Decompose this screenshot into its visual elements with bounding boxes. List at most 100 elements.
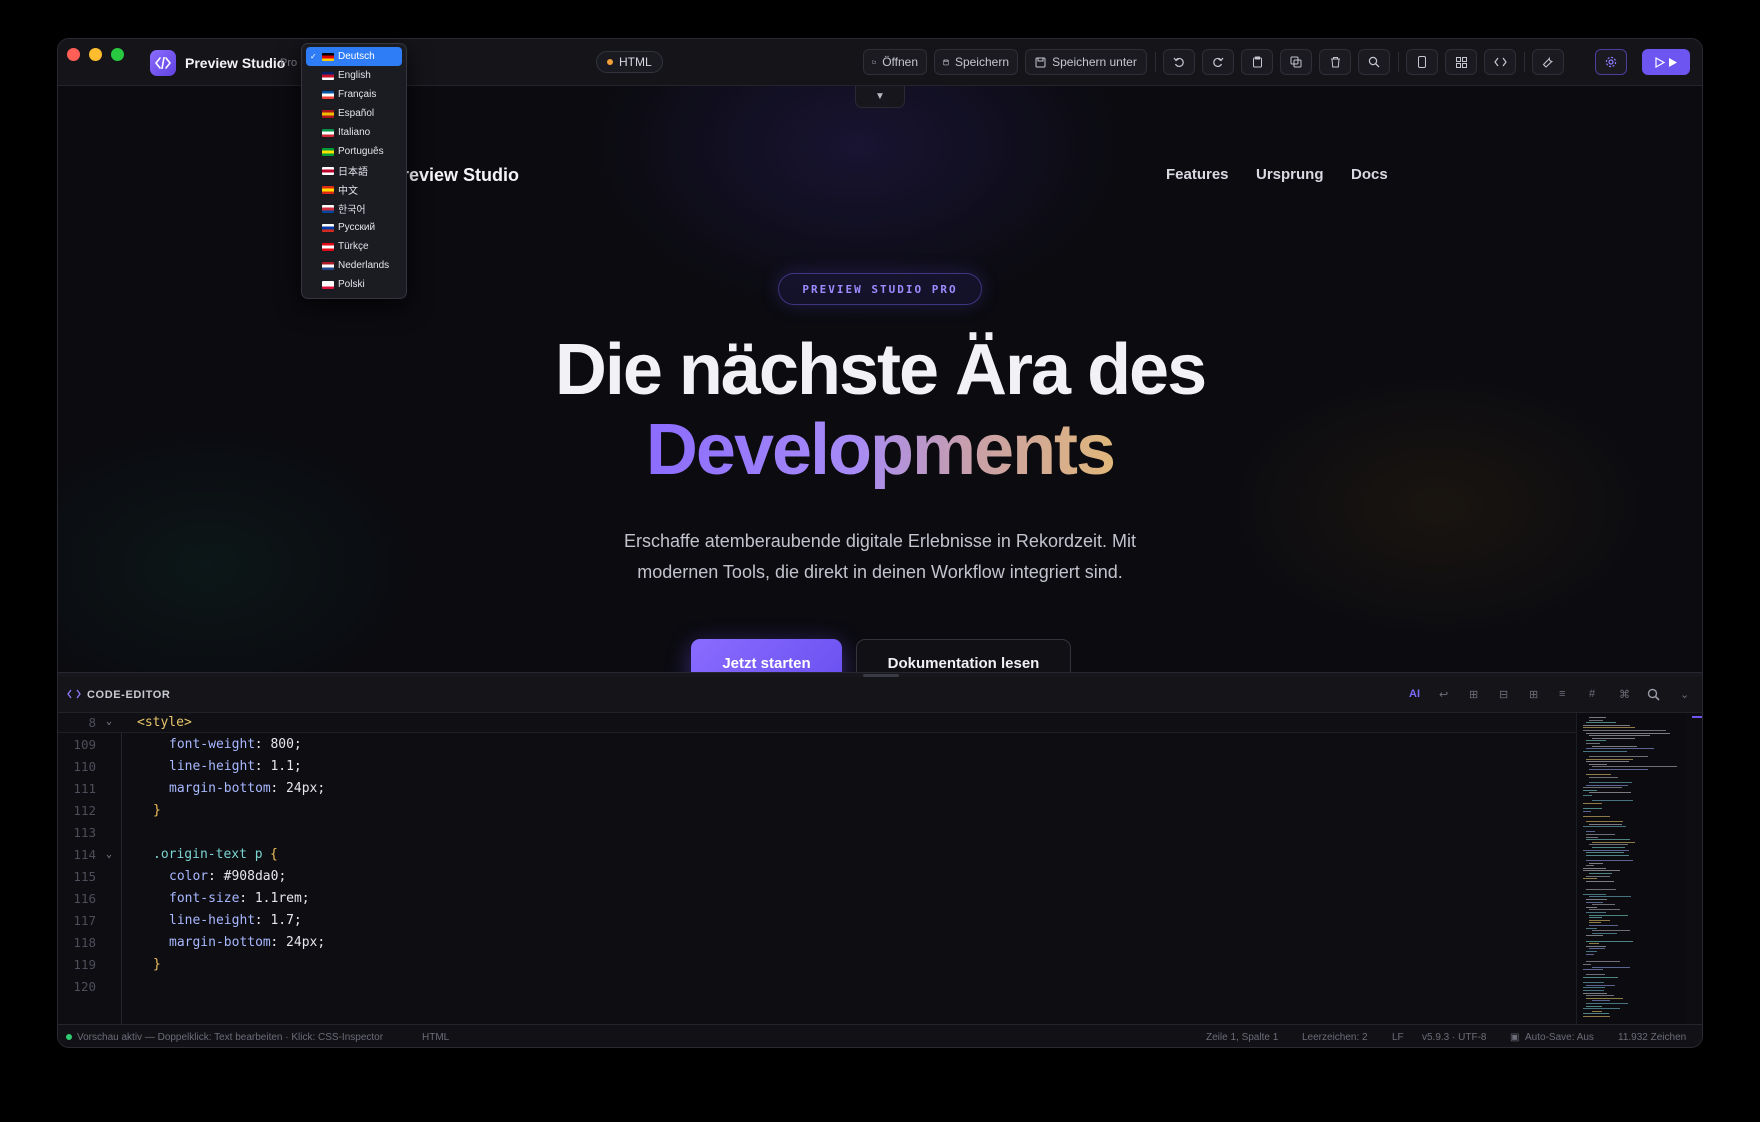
code-token: margin-bottom: [169, 781, 271, 796]
language-option[interactable]: Русский: [306, 218, 402, 237]
flag-icon: [322, 52, 334, 61]
delete-button[interactable]: [1319, 49, 1351, 75]
code-icon: [1493, 57, 1507, 67]
editor-scroll-thumb[interactable]: [1692, 716, 1702, 718]
language-option[interactable]: Français: [306, 85, 402, 104]
code-token: : #908da0;: [208, 869, 287, 884]
minimap-line: [1583, 969, 1603, 971]
code-view-button[interactable]: [1484, 49, 1516, 75]
undo-button[interactable]: [1163, 49, 1195, 75]
language-option[interactable]: Nederlands: [306, 256, 402, 275]
line-number: 116: [73, 891, 96, 906]
save-as-button[interactable]: Speichern unter: [1025, 49, 1147, 75]
chevron-down-icon[interactable]: ⌄: [106, 713, 112, 731]
minimap-line: [1583, 870, 1620, 872]
command-icon[interactable]: ⌘: [1619, 688, 1630, 701]
code-line[interactable]: 113: [58, 822, 1576, 844]
minimap-line: [1589, 919, 1610, 921]
language-mode-pill[interactable]: HTML: [596, 51, 663, 73]
minimap-line: [1586, 852, 1624, 854]
language-option-label: Русский: [338, 222, 376, 233]
minimap-line: [1583, 826, 1626, 828]
status-mode[interactable]: HTML: [422, 1032, 449, 1043]
search-button[interactable]: [1358, 49, 1390, 75]
language-option[interactable]: Polski: [306, 275, 402, 294]
split-icon[interactable]: ⊞: [1529, 688, 1538, 701]
status-autosave[interactable]: Auto-Save: Aus: [1525, 1032, 1594, 1043]
language-option[interactable]: Türkçe: [306, 237, 402, 256]
chevron-down-icon[interactable]: ⌄: [106, 844, 112, 866]
status-cursor[interactable]: Zeile 1, Spalte 1: [1206, 1032, 1278, 1043]
language-option[interactable]: ✓ Deutsch: [306, 47, 402, 66]
tools-button[interactable]: [1532, 49, 1564, 75]
wrap-icon[interactable]: ↩: [1439, 688, 1448, 701]
language-option[interactable]: English: [306, 66, 402, 85]
code-token: : 24px;: [270, 935, 326, 950]
format-icon[interactable]: ≡: [1559, 688, 1565, 700]
hash-icon[interactable]: #: [1589, 688, 1595, 700]
code-line[interactable]: 119}: [58, 954, 1576, 976]
preview-active-dot-icon: [66, 1034, 72, 1040]
minimap-line: [1583, 982, 1604, 984]
wrench-icon: [1542, 57, 1554, 68]
language-option[interactable]: 한국어: [306, 199, 402, 218]
maximize-window-button[interactable]: [111, 48, 124, 61]
paste-button[interactable]: [1241, 49, 1273, 75]
language-option-label: Polski: [338, 279, 365, 290]
code-line[interactable]: 114 ⌄ .origin-text p {: [58, 844, 1576, 866]
code-line[interactable]: 120: [58, 976, 1576, 998]
save-button[interactable]: Speichern: [934, 49, 1018, 75]
code-line[interactable]: 115 color: #908da0;: [58, 866, 1576, 888]
save-as-icon: [1035, 57, 1046, 67]
checkmark-icon: ✓: [310, 52, 317, 61]
flag-icon: [322, 261, 334, 270]
sticky-scroll-line[interactable]: 8 ⌄ <style>: [58, 713, 1576, 733]
site-nav-ursprung[interactable]: Ursprung: [1256, 166, 1324, 183]
language-option[interactable]: 中文: [306, 180, 402, 199]
line-number: 113: [73, 825, 96, 840]
minimap-line: [1586, 743, 1600, 744]
mobile-view-button[interactable]: [1406, 49, 1438, 75]
language-option[interactable]: Español: [306, 104, 402, 123]
language-option[interactable]: Italiano: [306, 123, 402, 142]
code-line[interactable]: 116 font-size: 1.1rem;: [58, 888, 1576, 910]
grid-view-button[interactable]: [1445, 49, 1477, 75]
site-brand[interactable]: review Studio: [402, 165, 519, 186]
search-icon[interactable]: [1647, 688, 1660, 704]
site-nav-docs[interactable]: Docs: [1351, 166, 1388, 183]
minimap-line: [1592, 930, 1630, 932]
code-editor[interactable]: 8 ⌄ <style> 108font-size: clamp(2rem, 4v…: [58, 713, 1576, 1024]
code-line[interactable]: 117 line-height: 1.7;: [58, 910, 1576, 932]
chevron-down-icon: ▼: [875, 91, 885, 102]
collapse-toolbar-button[interactable]: ▼: [855, 86, 905, 108]
status-eol[interactable]: LF: [1392, 1032, 1404, 1043]
code-line[interactable]: 110 line-height: 1.1;: [58, 756, 1576, 778]
code-minimap[interactable]: [1576, 713, 1686, 1024]
minimap-line: [1586, 1003, 1628, 1004]
code-line[interactable]: 109 font-weight: 800;: [58, 734, 1576, 756]
language-option[interactable]: Português: [306, 142, 402, 161]
status-indent[interactable]: Leerzeichen: 2: [1302, 1032, 1368, 1043]
code-line[interactable]: 111 margin-bottom: 24px;: [58, 778, 1576, 800]
code-token: line-height: [169, 759, 256, 774]
minimize-window-button[interactable]: [89, 48, 102, 61]
run-button[interactable]: [1642, 49, 1690, 75]
settings-button[interactable]: [1595, 49, 1627, 75]
copy-button[interactable]: [1280, 49, 1312, 75]
minimap-line: [1586, 875, 1610, 877]
language-option[interactable]: 日本語: [306, 161, 402, 180]
expand-icon[interactable]: ⊞: [1469, 688, 1478, 701]
chevron-down-icon[interactable]: ⌄: [1680, 688, 1689, 701]
code-line[interactable]: 118 margin-bottom: 24px;: [58, 932, 1576, 954]
minimap-line: [1583, 808, 1602, 809]
collapse-icon[interactable]: ⊟: [1499, 688, 1508, 701]
redo-button[interactable]: [1202, 49, 1234, 75]
ai-button[interactable]: AI: [1409, 688, 1420, 700]
site-nav-features[interactable]: Features: [1166, 166, 1229, 183]
open-button[interactable]: Öffnen: [863, 49, 927, 75]
flag-icon: [322, 90, 334, 99]
editor-scrollbar[interactable]: [1686, 713, 1702, 1024]
code-line[interactable]: 112}: [58, 800, 1576, 822]
close-window-button[interactable]: [67, 48, 80, 61]
minimap-line: [1586, 906, 1597, 908]
